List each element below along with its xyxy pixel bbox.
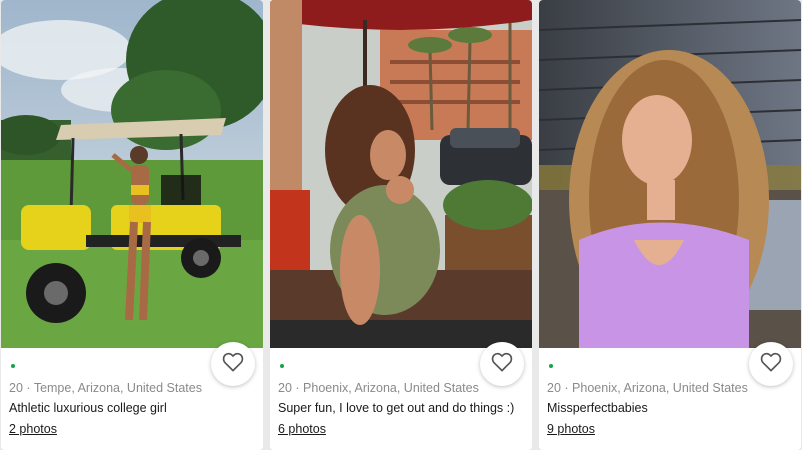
profile-photo[interactable] xyxy=(270,0,532,348)
profile-location: Phoenix, Arizona, United States xyxy=(303,381,479,395)
heart-outline-icon xyxy=(222,352,244,377)
profile-headline: Super fun, I love to get out and do thin… xyxy=(278,401,515,415)
meta-separator: · xyxy=(295,381,300,395)
heart-outline-icon xyxy=(760,352,782,377)
profile-photo[interactable] xyxy=(539,0,801,348)
favorite-button[interactable] xyxy=(749,342,793,386)
profile-headline: Missperfectbabies xyxy=(547,401,648,415)
profile-age: 20 xyxy=(278,381,292,395)
online-status-dot xyxy=(280,364,284,368)
profile-meta: 20 · Tempe, Arizona, United States xyxy=(9,381,202,395)
heart-outline-icon xyxy=(491,352,513,377)
profile-card[interactable]: 20 · Phoenix, Arizona, United States Mis… xyxy=(539,0,801,450)
profile-photo[interactable] xyxy=(1,0,263,348)
profile-card[interactable]: 20 · Phoenix, Arizona, United States Sup… xyxy=(270,0,532,450)
online-status-dot xyxy=(549,364,553,368)
photos-link[interactable]: 6 photos xyxy=(278,422,326,436)
photos-link[interactable]: 9 photos xyxy=(547,422,595,436)
meta-separator: · xyxy=(564,381,569,395)
photos-link[interactable]: 2 photos xyxy=(9,422,57,436)
online-status-dot xyxy=(11,364,15,368)
profile-meta: 20 · Phoenix, Arizona, United States xyxy=(547,381,748,395)
profile-age: 20 xyxy=(547,381,561,395)
profile-headline: Athletic luxurious college girl xyxy=(9,401,167,415)
profile-location: Phoenix, Arizona, United States xyxy=(572,381,748,395)
favorite-button[interactable] xyxy=(480,342,524,386)
profile-meta: 20 · Phoenix, Arizona, United States xyxy=(278,381,479,395)
profile-location: Tempe, Arizona, United States xyxy=(33,381,202,395)
favorite-button[interactable] xyxy=(211,342,255,386)
profile-grid: 20 · Tempe, Arizona, United States Athle… xyxy=(0,0,802,450)
profile-age: 20 xyxy=(9,381,23,395)
meta-separator: · xyxy=(26,381,31,395)
profile-card[interactable]: 20 · Tempe, Arizona, United States Athle… xyxy=(1,0,263,450)
